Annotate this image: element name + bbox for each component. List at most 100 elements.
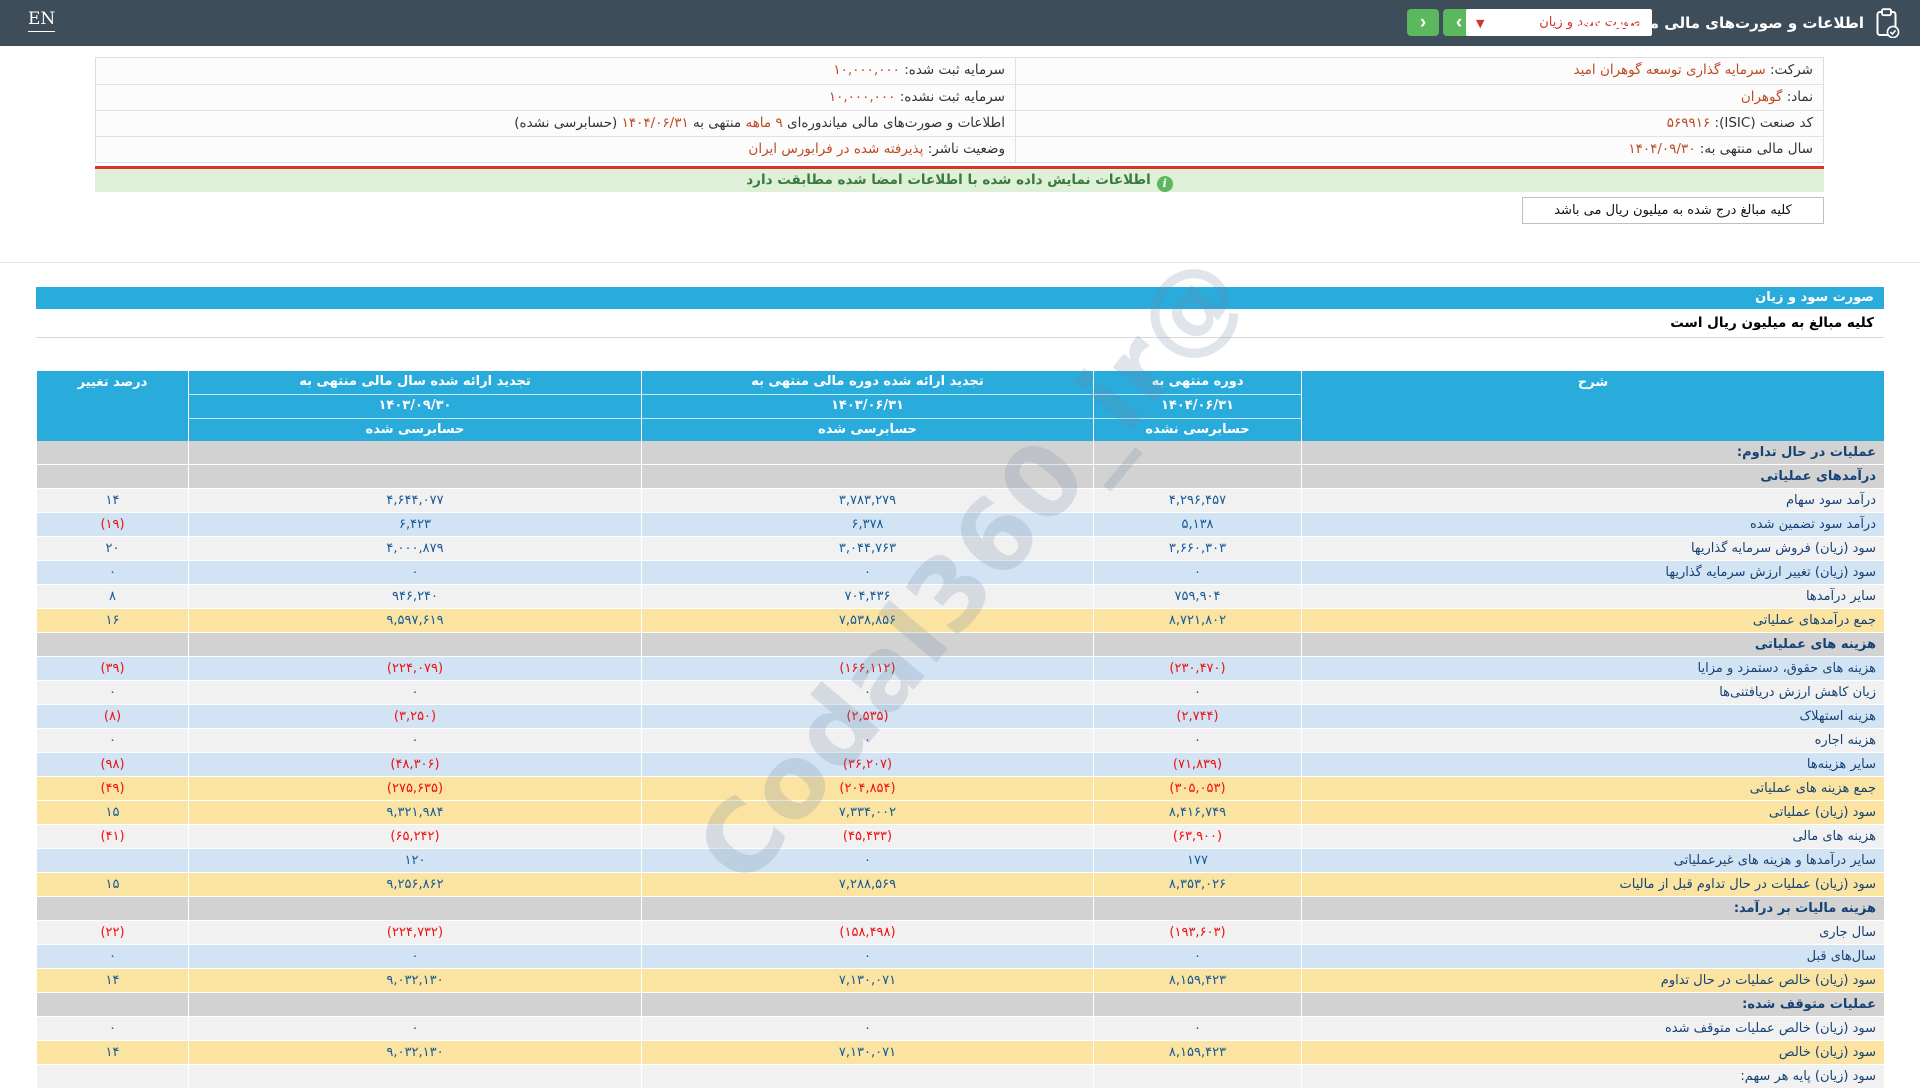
statement-title-bar: صورت سود و زیان: [36, 287, 1884, 309]
value-restated-year: [188, 1065, 641, 1088]
table-row: هزینه اجاره ۰ ۰ ۰ ۰: [36, 729, 1884, 753]
chevron-down-icon: ▼: [1476, 17, 1484, 30]
table-row: سود (زیان) خالص ۸,۱۵۹,۴۲۳ ۷,۱۳۰,۰۷۱ ۹,۰۳…: [36, 1041, 1884, 1065]
table-row: سایر هزینه‌ها (۷۱,۸۳۹) (۳۶,۲۰۷) (۴۸,۳۰۶)…: [36, 753, 1884, 777]
info-row: نماد: گوهران سرمایه ثبت نشده: ۱۰,۰۰۰,۰۰۰: [96, 84, 1823, 110]
statement-unit-line: کلیه مبالغ به میلیون ریال است: [36, 309, 1884, 338]
value-restated-period: (۲۰۴,۸۵۴): [641, 777, 1093, 800]
table-row: هزینه استهلاک (۲,۷۴۴) (۲,۵۳۵) (۳,۲۵۰) (۸…: [36, 705, 1884, 729]
table-row: جمع درآمدهای عملیاتی ۸,۷۲۱,۸۰۲ ۷,۵۳۸,۸۵۶…: [36, 609, 1884, 633]
value-percent-change: [36, 993, 188, 1016]
value-current-period: ۳,۶۶۰,۳۰۳: [1093, 537, 1301, 560]
value-restated-year: (۲۲۴,۷۳۲): [188, 921, 641, 944]
table-row: عملیات در حال تداوم:: [36, 441, 1884, 465]
value-restated-year: [188, 465, 641, 488]
table-row: درآمد سود سهام ۴,۲۹۶,۴۵۷ ۳,۷۸۳,۲۷۹ ۴,۶۴۴…: [36, 489, 1884, 513]
unregistered-capital-cell: سرمایه ثبت نشده: ۱۰,۰۰۰,۰۰۰: [96, 85, 1015, 110]
value-restated-year: ۴,۰۰۰,۸۷۹: [188, 537, 641, 560]
table-row: سود (زیان) تغییر ارزش سرمایه گذاریها ۰ ۰…: [36, 561, 1884, 585]
value-restated-year: ۹۴۶,۲۴۰: [188, 585, 641, 608]
company-name-cell: شرکت: سرمایه گذاری توسعه گوهران امید: [1015, 58, 1823, 84]
row-label: سال جاری: [1301, 921, 1884, 944]
value-restated-year: [188, 993, 641, 1016]
value-current-period: (۷۱,۸۳۹): [1093, 753, 1301, 776]
value-percent-change: ۰: [36, 681, 188, 704]
value-percent-change: (۹۸): [36, 753, 188, 776]
row-label: سود (زیان) خالص: [1301, 1041, 1884, 1064]
value-restated-year: (۲۷۵,۶۳۵): [188, 777, 641, 800]
value-current-period: ۰: [1093, 945, 1301, 968]
language-toggle-en[interactable]: EN: [28, 9, 55, 32]
value-percent-change: (۴۹): [36, 777, 188, 800]
table-row: هزینه های حقوق، دستمزد و مزایا (۲۳۰,۴۷۰)…: [36, 657, 1884, 681]
value-current-period: (۳۰۵,۰۵۳): [1093, 777, 1301, 800]
value-percent-change: (۲۲): [36, 921, 188, 944]
value-restated-year: ۹,۳۲۱,۹۸۴: [188, 801, 641, 824]
value-restated-year: (۶۵,۲۴۲): [188, 825, 641, 848]
table-row: سود (زیان) خالص عملیات متوقف شده ۰ ۰ ۰ ۰: [36, 1017, 1884, 1041]
isic-code-cell: کد صنعت (ISIC): ۵۶۹۹۱۶: [1015, 111, 1823, 136]
row-label: عملیات متوقف شده:: [1301, 993, 1884, 1016]
value-restated-period: (۴۵,۴۳۳): [641, 825, 1093, 848]
table-body: عملیات در حال تداوم: درآمدهای عملیاتی در…: [36, 441, 1884, 1089]
row-label: جمع درآمدهای عملیاتی: [1301, 609, 1884, 632]
value-restated-period: ۰: [641, 729, 1093, 752]
value-restated-year: (۴۸,۳۰۶): [188, 753, 641, 776]
value-restated-year: ۰: [188, 681, 641, 704]
company-info-table: شرکت: سرمایه گذاری توسعه گوهران امید سرم…: [95, 57, 1824, 163]
value-current-period: [1093, 633, 1301, 656]
value-current-period: ۸,۱۵۹,۴۲۳: [1093, 1041, 1301, 1064]
value-current-period: ۰: [1093, 729, 1301, 752]
value-percent-change: ۰: [36, 1017, 188, 1040]
value-percent-change: [36, 849, 188, 872]
row-label: سود (زیان) خالص عملیات در حال تداوم: [1301, 969, 1884, 992]
row-label: سود (زیان) عملیات در حال تداوم قبل از ما…: [1301, 873, 1884, 896]
value-restated-year: (۳,۲۵۰): [188, 705, 641, 728]
info-icon: i: [1157, 176, 1173, 192]
row-label: درآمدهای عملیاتی: [1301, 465, 1884, 488]
header-restated-year: تجدید ارائه شده سال مالی منتهی به ۱۴۰۳/۰…: [188, 371, 641, 441]
row-label: سایر هزینه‌ها: [1301, 753, 1884, 776]
info-row: شرکت: سرمایه گذاری توسعه گوهران امید سرم…: [96, 58, 1823, 84]
value-percent-change: [36, 633, 188, 656]
report-period-cell: اطلاعات و صورت‌های مالی میاندوره‌ای ۹ ما…: [96, 111, 1015, 136]
previous-statement-button[interactable]: ‹: [1407, 9, 1439, 36]
profit-loss-table: شرح دوره منتهی به ۱۴۰۴/۰۶/۳۱ حسابرسی نشد…: [36, 371, 1884, 1089]
row-label: هزینه های عملیاتی: [1301, 633, 1884, 656]
value-restated-period: [641, 993, 1093, 1016]
table-row: سایر درآمدها و هزینه های غیرعملیاتی ۱۷۷ …: [36, 849, 1884, 873]
table-row: زیان کاهش ارزش دریافتنی‌ها ۰ ۰ ۰ ۰: [36, 681, 1884, 705]
signed-data-match-alert: iاطلاعات نمایش داده شده با اطلاعات امضا …: [95, 166, 1824, 192]
value-percent-change: ۰: [36, 561, 188, 584]
value-current-period: ۸,۳۵۳,۰۲۶: [1093, 873, 1301, 896]
value-percent-change: ۱۴: [36, 489, 188, 512]
info-row: سال مالی منتهی به: ۱۴۰۴/۰۹/۳۰ وضعیت ناشر…: [96, 136, 1823, 162]
top-navigation-bar: EN ‹ › صورت سود و زیان ▼ اطلاعات و صورت‌…: [0, 0, 1920, 46]
table-row: سود (زیان) عملیات در حال تداوم قبل از ما…: [36, 873, 1884, 897]
ticker-symbol-cell: نماد: گوهران: [1015, 85, 1823, 110]
value-current-period: ۰: [1093, 1017, 1301, 1040]
value-restated-year: ۴,۶۴۴,۰۷۷: [188, 489, 641, 512]
row-label: سود (زیان) پایه هر سهم:: [1301, 1065, 1884, 1088]
value-restated-year: ۹,۰۳۲,۱۳۰: [188, 969, 641, 992]
table-row: سود (زیان) فروش سرمایه گذاریها ۳,۶۶۰,۳۰۳…: [36, 537, 1884, 561]
value-percent-change: ۰: [36, 945, 188, 968]
value-restated-year: [188, 897, 641, 920]
value-restated-period: ۳,۰۴۴,۷۶۳: [641, 537, 1093, 560]
value-restated-period: (۲,۵۳۵): [641, 705, 1093, 728]
value-restated-period: [641, 897, 1093, 920]
page-title: اطلاعات و صورت‌های مالی میاندوره‌ای: [1578, 0, 1864, 46]
divider: [0, 262, 1920, 263]
value-percent-change: [36, 1065, 188, 1088]
value-percent-change: (۳۹): [36, 657, 188, 680]
value-current-period: ۰: [1093, 561, 1301, 584]
table-row: هزینه های مالی (۶۳,۹۰۰) (۴۵,۴۳۳) (۶۵,۲۴۲…: [36, 825, 1884, 849]
row-label: سایر درآمدها و هزینه های غیرعملیاتی: [1301, 849, 1884, 872]
value-restated-period: ۰: [641, 945, 1093, 968]
row-label: هزینه مالیات بر درآمد:: [1301, 897, 1884, 920]
value-restated-period: ۳,۷۸۳,۲۷۹: [641, 489, 1093, 512]
table-row: جمع هزینه های عملیاتی (۳۰۵,۰۵۳) (۲۰۴,۸۵۴…: [36, 777, 1884, 801]
value-current-period: (۲,۷۴۴): [1093, 705, 1301, 728]
value-restated-period: [641, 441, 1093, 464]
value-restated-period: ۰: [641, 1017, 1093, 1040]
